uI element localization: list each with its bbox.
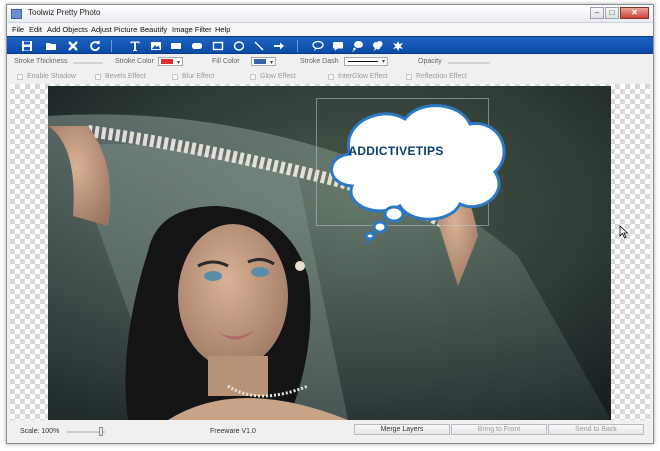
checkbox-box[interactable] xyxy=(17,73,23,80)
menu-image-filter[interactable]: Image Filter xyxy=(172,25,212,34)
menu-beautify[interactable]: Beautify xyxy=(140,25,167,34)
version-label: Freeware V1.0 xyxy=(210,428,256,435)
scale-slider-thumb[interactable] xyxy=(99,427,103,436)
arrow-icon[interactable] xyxy=(273,40,285,52)
stroke-dash-select[interactable]: ▾ xyxy=(344,57,388,66)
mouse-cursor-icon xyxy=(619,225,629,239)
stroke-dash-label: Stroke Dash xyxy=(300,58,339,65)
bevels-effect-checkbox[interactable]: Bevels Effect xyxy=(95,73,146,80)
merge-layers-button[interactable]: Merge Layers xyxy=(354,424,450,435)
fill-color-label: Fill Color xyxy=(212,58,240,65)
blur-effect-label: Blur Effect xyxy=(182,73,215,80)
send-to-back-button[interactable]: Send to Back xyxy=(548,424,644,435)
delete-icon[interactable] xyxy=(67,40,79,52)
title-bar: Toolwiz Pretty Photo – □ ✕ xyxy=(7,5,653,23)
status-bar: Scale: 100% Freeware V1.0 Merge Layers B… xyxy=(7,421,653,443)
opacity-label: Opacity xyxy=(418,58,442,65)
menu-edit[interactable]: Edit xyxy=(29,25,42,34)
image-icon[interactable] xyxy=(150,40,162,52)
fill-color-swatch xyxy=(254,59,266,64)
toolbar-separator xyxy=(297,40,298,52)
checkbox-box[interactable] xyxy=(250,73,256,80)
bring-to-front-button[interactable]: Bring to Front xyxy=(451,424,547,435)
scale-label: Scale: 100% xyxy=(20,428,60,435)
reflection-effect-label: Reflection Effect xyxy=(416,73,467,80)
splash-icon[interactable] xyxy=(392,40,404,52)
speech-bubble-icon[interactable] xyxy=(312,40,324,52)
menu-add-objects[interactable]: Add Objects xyxy=(47,25,88,34)
cloud-bubble-icon[interactable] xyxy=(372,40,384,52)
blur-effect-checkbox[interactable]: Blur Effect xyxy=(172,73,214,80)
line-icon[interactable] xyxy=(253,40,265,52)
save-icon[interactable] xyxy=(21,40,33,52)
stroke-color-label: Stroke Color xyxy=(115,58,154,65)
checkbox-box[interactable] xyxy=(95,73,101,80)
chevron-down-icon: ▾ xyxy=(176,60,180,66)
square-outline-icon[interactable] xyxy=(212,40,224,52)
chevron-down-icon: ▾ xyxy=(381,59,385,65)
menu-adjust-picture[interactable]: Adjust Picture xyxy=(91,25,137,34)
app-window: Toolwiz Pretty Photo – □ ✕ File Edit Add… xyxy=(6,4,654,444)
menu-file[interactable]: File xyxy=(12,25,24,34)
fill-color-picker[interactable]: ▾ xyxy=(251,57,276,66)
chevron-down-icon: ▾ xyxy=(269,60,273,66)
glow-effect-checkbox[interactable]: Glow Effect xyxy=(250,73,296,80)
photo-layer[interactable]: ADDICTIVETIPS xyxy=(48,86,611,420)
effects-bar: Enable Shadow Bevels Effect Blur Effect … xyxy=(7,70,653,84)
bevels-effect-label: Bevels Effect xyxy=(105,73,146,80)
menu-help[interactable]: Help xyxy=(215,25,230,34)
rectangle-icon[interactable] xyxy=(170,40,182,52)
refresh-icon[interactable] xyxy=(89,40,101,52)
minimize-button[interactable]: – xyxy=(590,7,604,19)
glow-effect-label: Glow Effect xyxy=(260,73,296,80)
callout-text: ADDICTIVETIPS xyxy=(348,144,444,158)
opacity-slider[interactable] xyxy=(448,62,490,64)
ellipse-icon[interactable] xyxy=(233,40,245,52)
editing-canvas[interactable]: ADDICTIVETIPS xyxy=(10,84,650,420)
toolbar xyxy=(7,36,653,54)
open-icon[interactable] xyxy=(45,40,57,52)
rounded-rectangle-icon[interactable] xyxy=(191,40,203,52)
dash-preview xyxy=(348,61,378,62)
checkbox-box[interactable] xyxy=(328,73,334,80)
toolbar-separator xyxy=(111,40,112,52)
text-icon[interactable] xyxy=(129,40,141,52)
cloud-callout[interactable] xyxy=(310,94,510,244)
interglow-effect-label: InterGlow Effect xyxy=(338,73,388,80)
close-button[interactable]: ✕ xyxy=(620,7,649,19)
stroke-thickness-label: Stroke Thickness xyxy=(14,58,68,65)
enable-shadow-checkbox[interactable]: Enable Shadow xyxy=(17,73,76,80)
maximize-button[interactable]: □ xyxy=(605,7,619,19)
checkbox-box[interactable] xyxy=(172,73,178,80)
property-bar: Stroke Thickness Stroke Color ▾ Fill Col… xyxy=(7,54,653,70)
stroke-thickness-slider[interactable] xyxy=(73,62,103,64)
stroke-color-swatch xyxy=(161,59,173,64)
enable-shadow-label: Enable Shadow xyxy=(27,73,77,80)
thought-bubble-icon[interactable] xyxy=(352,40,364,52)
comment-bubble-icon[interactable] xyxy=(332,40,344,52)
reflection-effect-checkbox[interactable]: Reflection Effect xyxy=(406,73,467,80)
app-icon xyxy=(11,9,22,19)
window-title: Toolwiz Pretty Photo xyxy=(28,8,101,17)
stroke-color-picker[interactable]: ▾ xyxy=(158,57,183,66)
checkbox-box[interactable] xyxy=(406,73,412,80)
menu-bar: File Edit Add Objects Adjust Picture Bea… xyxy=(7,23,653,36)
interglow-effect-checkbox[interactable]: InterGlow Effect xyxy=(328,73,388,80)
